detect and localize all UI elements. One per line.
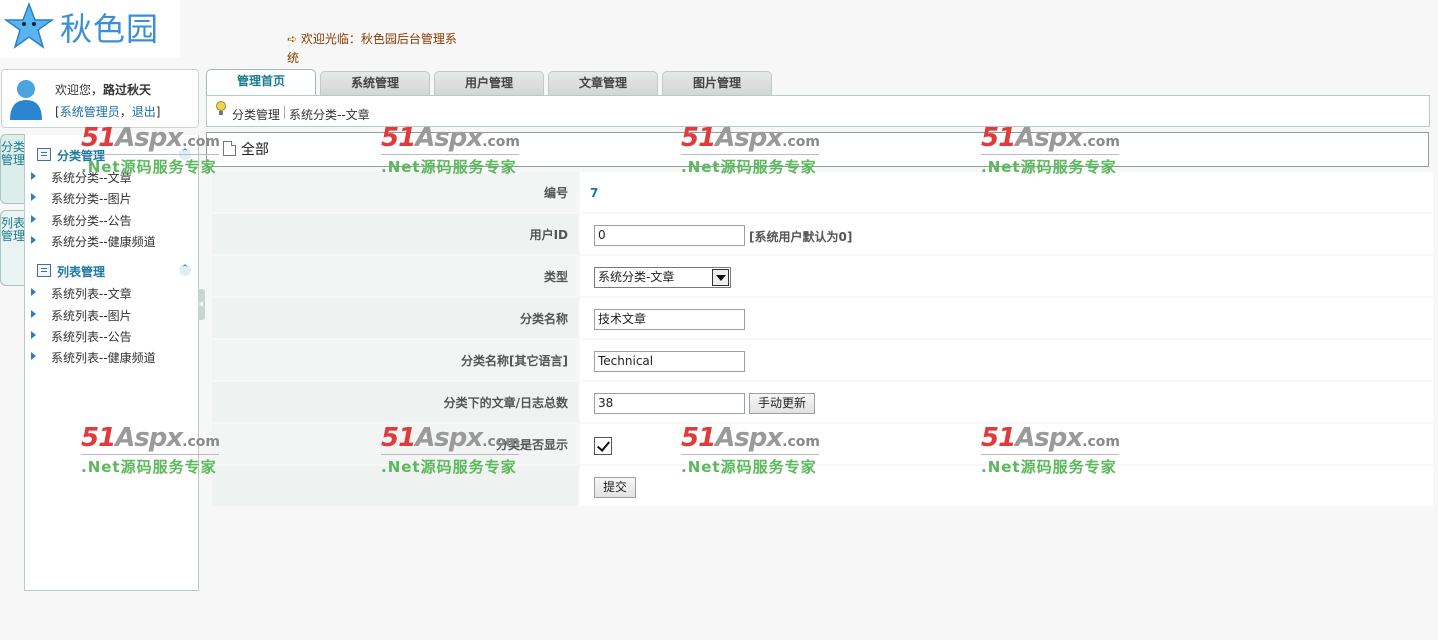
sidebar-item[interactable]: 系统列表--图片 [31,306,191,324]
arrow-right-icon: ➪ [287,32,298,46]
breadcrumb-item[interactable]: 系统分类--文章 [289,106,370,123]
sidebar-item[interactable]: 系统分类--公告 [31,211,191,229]
field-label: 类型 [212,256,578,296]
type-select[interactable]: 系统分类-文章 [594,267,731,288]
logout-link[interactable]: 退出 [132,105,156,119]
tab-images[interactable]: 图片管理 [662,71,772,95]
sidebar-item[interactable]: 系统列表--文章 [31,284,191,302]
collapse-up-icon[interactable]: ⌃ [179,264,191,276]
form-row-user-id: 用户ID 0 [系统用户默认为0] [212,214,1433,254]
watermark: 51Aspx.com .Net源码服务专家 [981,123,1120,176]
user-id-input[interactable]: 0 [594,225,745,246]
role-link[interactable]: 系统管理员 [60,105,120,119]
field-label: 分类名称 [212,298,578,338]
sidebar-section-list[interactable]: 列表管理 ⌃ [35,262,191,280]
watermark: 51Aspx.com .Net源码服务专家 [981,423,1120,476]
user-id-hint: [系统用户默认为0] [749,230,853,244]
logo: 秋色园 [0,0,180,58]
sidebar-item[interactable]: 系统分类--图片 [31,189,191,207]
sidebar-item[interactable]: 系统列表--公告 [31,327,191,345]
watermark: 51Aspx.com .Net源码服务专家 [81,423,220,476]
form-row-name: 分类名称 技术文章 [212,298,1433,338]
visible-checkbox[interactable] [594,437,612,455]
tab-home[interactable]: 管理首页 [206,69,316,96]
user-links: [系统管理员，退出] [55,105,161,119]
vtab-list-management[interactable]: 列表管理 [0,210,25,286]
watermark: 51Aspx.com .Net源码服务专家 [381,423,520,476]
field-label: 用户ID [212,214,578,254]
triangle-right-icon [31,236,36,244]
lightbulb-icon [216,101,226,115]
edit-doc-icon [37,264,51,277]
category-name-input[interactable]: 技术文章 [594,309,745,330]
submit-button[interactable]: 提交 [594,477,637,498]
star-mascot-icon [4,2,54,49]
manual-update-button[interactable]: 手动更新 [749,393,816,414]
tab-articles[interactable]: 文章管理 [548,71,658,95]
id-value: 7 [590,186,599,200]
watermark: 51Aspx.com .Net源码服务专家 [381,123,520,176]
sidebar: 分类管理 ⌃ 系统分类--文章 系统分类--图片 系统分类--公告 系统分类--… [24,135,199,591]
sidebar-item[interactable]: 系统列表--健康频道 [31,348,191,366]
triangle-right-icon [31,193,36,201]
all-link[interactable]: 全部 [241,139,269,159]
triangle-right-icon [31,352,36,360]
watermark: 51Aspx.com .Net源码服务专家 [681,123,820,176]
field-label: 分类下的文章/日志总数 [212,382,578,422]
category-name-other-input[interactable]: Technical [594,351,745,372]
triangle-right-icon [31,172,36,180]
tab-users[interactable]: 用户管理 [434,71,544,95]
watermark: 51Aspx.com .Net源码服务专家 [81,123,220,176]
triangle-right-icon [31,288,36,296]
breadcrumb-item[interactable]: 分类管理 [232,106,280,123]
watermark: 51Aspx.com .Net源码服务专家 [681,423,820,476]
welcome-message: ➪ 欢迎光临：秋色园后台管理系统 [287,32,457,65]
tab-system[interactable]: 系统管理 [320,71,430,95]
edit-doc-icon [37,148,51,161]
vtab-category-management[interactable]: 分类管理 [0,134,25,204]
sidebar-item[interactable]: 系统分类--健康频道 [31,232,191,250]
form-row-type: 类型 系统分类-文章 [212,256,1433,296]
user-greeting: 欢迎您，路过秋天 [55,83,152,97]
triangle-right-icon [31,310,36,318]
field-label: 分类名称[其它语言] [212,340,578,380]
form-row-count: 分类下的文章/日志总数 38 手动更新 [212,382,1433,422]
form-row-name-other: 分类名称[其它语言] Technical [212,340,1433,380]
triangle-right-icon [31,331,36,339]
dropdown-arrow-icon[interactable] [712,269,729,286]
logo-text: 秋色园 [60,10,160,48]
breadcrumb-separator [284,106,285,119]
article-count-input[interactable]: 38 [594,393,745,414]
user-name: 路过秋天 [103,83,152,97]
triangle-right-icon [31,215,36,223]
user-avatar-icon [10,80,42,120]
sidebar-collapse-handle[interactable] [198,289,205,320]
user-panel: 欢迎您，路过秋天 [系统管理员，退出] [1,69,199,128]
